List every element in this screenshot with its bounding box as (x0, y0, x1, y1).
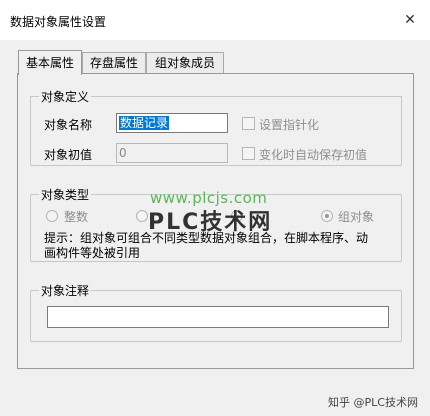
object-name-input[interactable]: 数据记录 (116, 113, 228, 133)
hint-line-2: 画构件等处被引用 (44, 246, 141, 260)
window-title: 数据对象属性设置 (10, 15, 107, 29)
tab-group-members[interactable]: 组对象成员 (146, 52, 224, 73)
radio-integer-label: 整数 (64, 210, 89, 224)
initial-value-text: 0 (119, 146, 127, 160)
autosave-checkbox[interactable] (242, 147, 255, 160)
initial-value-input: 0 (116, 143, 228, 163)
radio-group-object-label: 组对象 (338, 210, 375, 224)
pointer-checkbox[interactable] (242, 117, 255, 130)
object-definition-title: 对象定义 (39, 88, 92, 105)
object-comment-input[interactable] (47, 306, 389, 328)
tab-basic-properties[interactable]: 基本属性 (18, 50, 82, 75)
radio-group-object[interactable] (321, 210, 333, 222)
radio-integer[interactable] (46, 210, 58, 222)
close-icon[interactable]: ✕ (400, 10, 420, 30)
object-comment-title: 对象注释 (39, 282, 92, 299)
watermark-logo: PLC技术网 (148, 210, 273, 235)
object-name-value: 数据记录 (119, 116, 170, 130)
pointer-checkbox-label: 设置指针化 (259, 118, 320, 132)
title-bar: 数据对象属性设置 ✕ (0, 0, 430, 40)
object-name-label: 对象名称 (44, 118, 93, 132)
credit-text: 知乎 @PLC技术网 (328, 396, 418, 409)
tab-storage-properties[interactable]: 存盘属性 (82, 52, 146, 73)
autosave-checkbox-label: 变化时自动保存初值 (259, 148, 368, 162)
initial-value-label: 对象初值 (44, 148, 93, 162)
object-type-title: 对象类型 (39, 186, 92, 203)
radio-option-2[interactable] (136, 210, 148, 222)
